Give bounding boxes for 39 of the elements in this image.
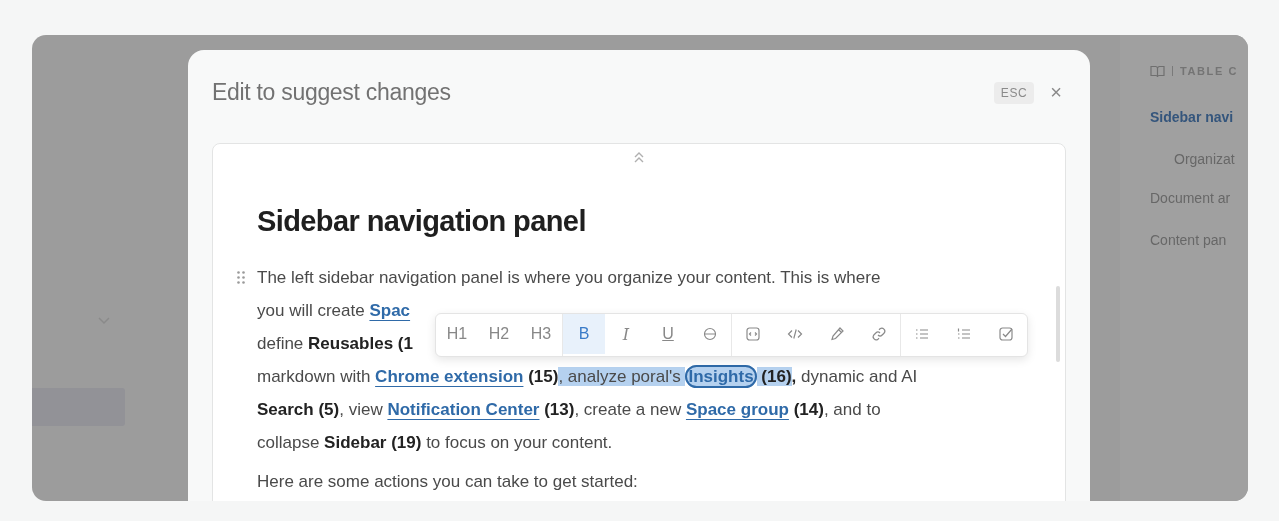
checkbox-icon — [998, 326, 1014, 342]
close-button[interactable]: × — [1046, 81, 1066, 104]
toc-item[interactable]: Organizat — [1150, 151, 1248, 171]
toc-item[interactable]: Document ar — [1150, 190, 1248, 210]
scrollbar[interactable] — [1056, 286, 1060, 362]
text-line: you will create Spac — [257, 300, 411, 322]
text-line: collapse Sidebar (19) to focus on your content. — [257, 432, 613, 454]
document-heading: Sidebar navigation panel — [257, 204, 587, 239]
numbered-list-icon — [956, 326, 972, 342]
text-line: Search (5), view Notification Center (13), create a new Space group (14), and to — [257, 399, 881, 421]
double-chevron-up-icon[interactable] — [633, 151, 645, 163]
drag-handle-icon[interactable] — [237, 271, 245, 284]
link[interactable]: Space group — [685, 400, 789, 419]
text-line: The left sidebar navigation panel is where you organize your content. This is where — [257, 267, 881, 289]
text-line: markdown with Chrome extension (15), analyze poral's Insights (16), dynamic and AI — [257, 364, 918, 390]
shortcut-badge: ESC — [993, 81, 1035, 104]
bold-button[interactable]: B — [563, 314, 605, 354]
link[interactable]: Spac — [369, 301, 411, 320]
heading-button[interactable]: H3 — [520, 314, 562, 354]
heading-button[interactable]: H1 — [436, 314, 478, 354]
toc-item[interactable]: Content pan — [1150, 232, 1248, 252]
text-line: Here are some actions you can take to get started: — [257, 471, 638, 493]
selected-text: (16) — [756, 367, 792, 386]
book-icon — [1150, 64, 1165, 78]
link-icon — [871, 326, 887, 342]
link[interactable]: Chrome extension — [375, 367, 524, 386]
strikethrough-icon — [702, 326, 718, 342]
heading-button[interactable]: H2 — [478, 314, 520, 354]
text-line: define Reusables (1 — [257, 333, 413, 355]
underline-button[interactable]: U — [647, 314, 689, 354]
pen-icon — [829, 326, 845, 342]
embed-icon — [745, 326, 761, 342]
selected-text: , analyze poral's — [558, 367, 686, 386]
dialog-title: Edit to suggest changes — [212, 79, 452, 106]
bulleted-list-icon — [914, 326, 930, 342]
link[interactable]: Notification Center — [387, 400, 540, 419]
italic-button[interactable]: I — [605, 314, 647, 354]
toc-item[interactable]: Sidebar navi — [1150, 109, 1248, 129]
link[interactable]: Insights — [685, 365, 757, 388]
